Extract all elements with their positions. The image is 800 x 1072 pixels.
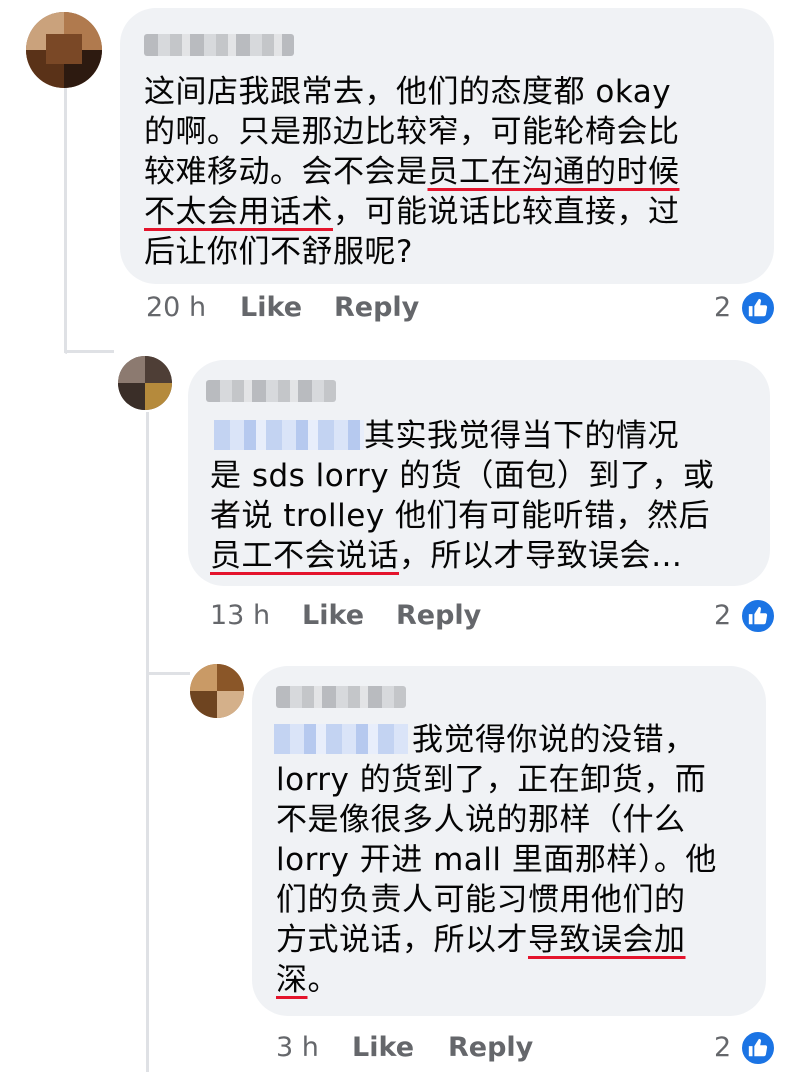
author-name-blurred[interactable] [206,380,336,402]
reaction-count[interactable]: 2 [714,292,731,323]
underlined-text: 导致误会加 [528,922,686,958]
comment-text-line: 不是像很多人说的那样（什么 [276,802,686,838]
comment-text-line: 深。 [276,962,339,998]
comment-text-line: 其实我觉得当下的情况 [364,418,679,454]
comment-text-line: 的啊。只是那边比较窄，可能轮椅会比 [144,114,680,150]
comment-timestamp[interactable]: 13 h [210,600,270,631]
avatar[interactable] [190,664,244,718]
comment-text-line: 是 sds lorry 的货（面包）到了，或 [210,458,715,494]
underlined-text: 员工不会说话 [210,538,399,574]
comment-text-line: 我觉得你说的没错， [412,722,696,758]
comment-timestamp[interactable]: 3 h [276,1032,319,1063]
like-button[interactable]: Like [302,600,364,631]
comment-text-line: lorry 开进 mall 里面那样）。他 [276,842,717,878]
author-name-blurred[interactable] [144,34,294,56]
comment-text-line: lorry 的货到了，正在卸货，而 [276,762,707,798]
thread-line-main-elbow [64,350,114,353]
reaction-count[interactable]: 2 [714,600,731,631]
reply-button[interactable]: Reply [448,1032,533,1063]
comment-bubble: 这间店我跟常去，他们的态度都 okay 的啊。只是那边比较窄，可能轮椅会比 较难… [120,8,774,284]
underlined-text: 深 [276,962,308,998]
underlined-text: 员工在沟通的时候 [427,154,680,190]
thumbs-up-icon[interactable] [740,598,776,634]
comment-text-line: 方式说话，所以才导致误会加 [276,922,686,958]
like-button[interactable]: Like [352,1032,414,1063]
author-name-blurred[interactable] [276,686,406,708]
comment-text-line: 不太会用话术，可能说话比较直接，过 [144,194,680,230]
thumbs-up-icon[interactable] [740,290,776,326]
underlined-text: 不太会用话术 [144,194,333,230]
thread-line-reply [146,412,149,1072]
comment-bubble: 其实我觉得当下的情况 是 sds lorry 的货（面包）到了，或 者说 tro… [188,360,770,586]
reply-button[interactable]: Reply [334,292,419,323]
comment-bubble: 我觉得你说的没错， lorry 的货到了，正在卸货，而 不是像很多人说的那样（什… [252,666,766,1016]
mention-tag-blurred[interactable] [274,724,408,754]
avatar[interactable] [118,356,172,410]
comment-timestamp[interactable]: 20 h [146,292,206,323]
reply-button[interactable]: Reply [396,600,481,631]
avatar[interactable] [26,12,102,88]
thread-line-reply-elbow [146,672,190,675]
thread-line-main [64,84,67,354]
mention-tag-blurred[interactable] [214,420,364,450]
thumbs-up-icon[interactable] [740,1030,776,1066]
comment-text-line: 者说 trolley 他们有可能听错，然后 [210,498,711,534]
reaction-count[interactable]: 2 [714,1032,731,1063]
comment-text-line: 员工不会说话，所以才导致误会… [210,538,683,574]
comment-text-line: 后让你们不舒服呢? [144,234,413,270]
comment-text-line: 较难移动。会不会是员工在沟通的时候 [144,154,680,190]
like-button[interactable]: Like [240,292,302,323]
comment-text-line: 这间店我跟常去，他们的态度都 okay [144,74,672,110]
comment-text-line: 们的负责人可能习惯用他们的 [276,882,686,918]
